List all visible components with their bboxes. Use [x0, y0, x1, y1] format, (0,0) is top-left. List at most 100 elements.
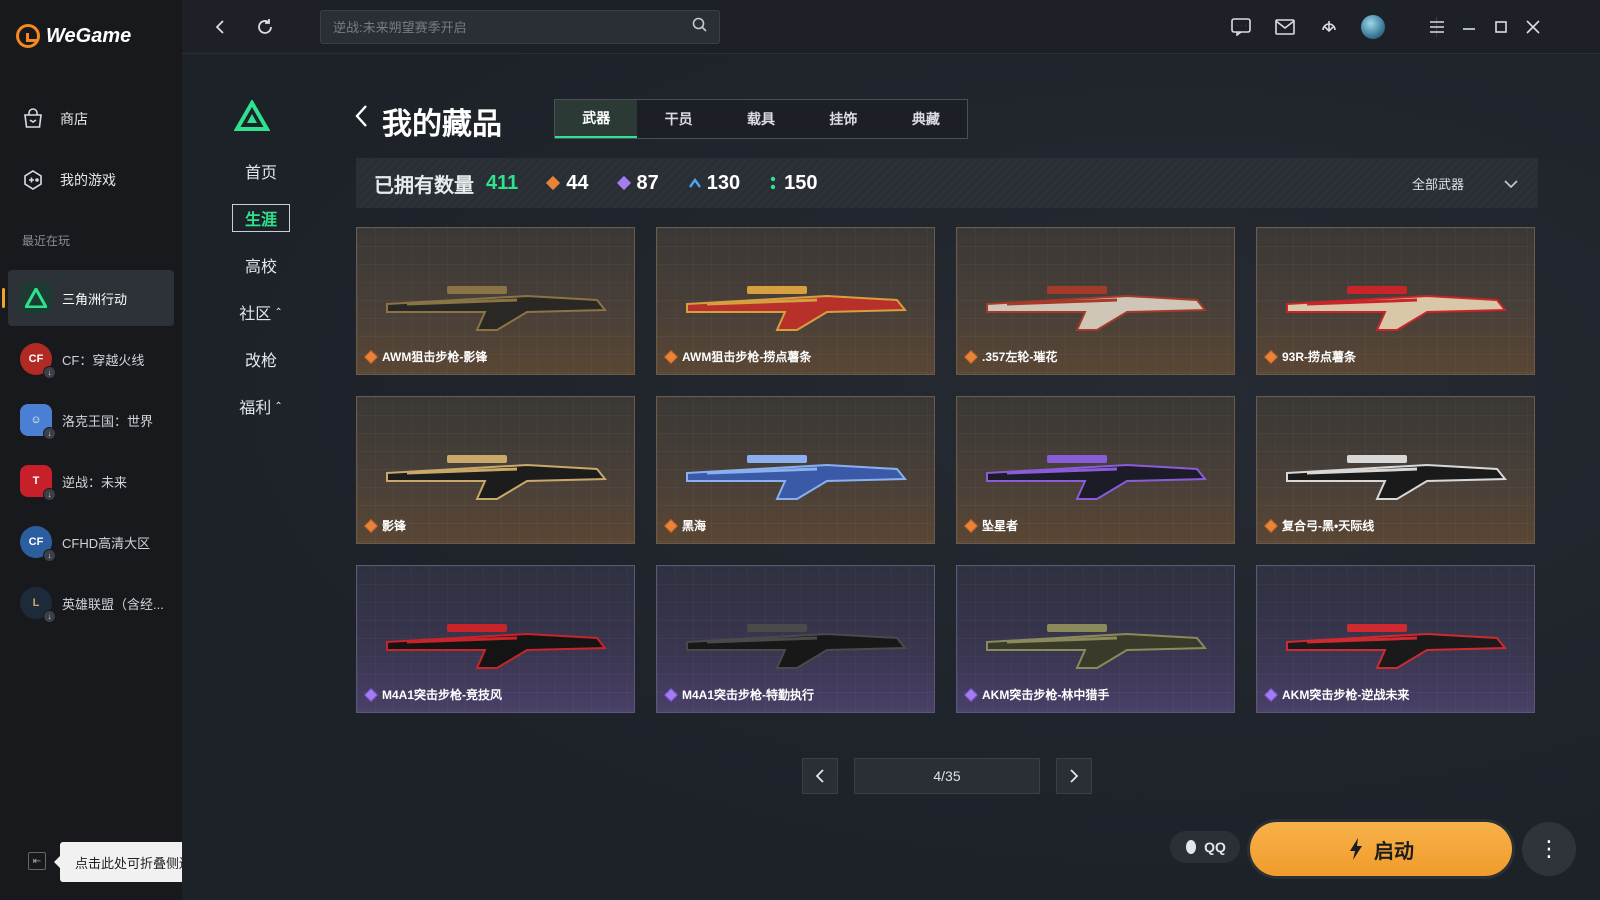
collapse-sidebar-icon[interactable]: ⇤ [28, 852, 46, 870]
weapon-card[interactable]: 坠星者 [956, 396, 1235, 544]
tab-charms[interactable]: 挂饰 [802, 100, 884, 138]
stat-orange: 44 [546, 171, 589, 195]
qq-penguin-icon [1184, 839, 1198, 855]
download-icon: ↓ [43, 488, 56, 501]
purple-gem-icon [665, 688, 677, 701]
recent-game-nz[interactable]: T ↓ 逆战：未来 [8, 453, 174, 509]
blue-chevron-icon [688, 178, 701, 188]
weapon-card-label: AKM突击步枪-林中猎手 [965, 686, 1109, 703]
more-options-button[interactable]: ⋮ [1522, 822, 1576, 876]
game-tag-icon [22, 169, 44, 191]
weapon-name: 93R-捞点薯条 [1282, 350, 1357, 364]
menu-icon[interactable] [1424, 14, 1450, 40]
refresh-icon[interactable] [252, 14, 278, 40]
recent-game-cfhd[interactable]: CF ↓ CFHD高清大区 [8, 514, 174, 570]
weapon-card-label: 复合弓-黑•天际线 [1265, 517, 1374, 534]
search-input[interactable] [333, 19, 692, 35]
subnav-label: 首页 [244, 165, 277, 182]
recent-game-roco[interactable]: ☺ ↓ 洛克王国：世界 [8, 392, 174, 448]
tab-collection[interactable]: 典藏 [885, 100, 967, 138]
weapon-card-label: 93R-捞点薯条 [1265, 348, 1357, 365]
weapon-card[interactable]: 影锋 [356, 396, 635, 544]
next-page-button[interactable] [1056, 758, 1092, 794]
weapon-card[interactable]: 黑海 [656, 396, 935, 544]
user-avatar[interactable] [1360, 14, 1386, 40]
recent-games-title: 最近在玩 [22, 234, 71, 248]
stat-blue: 130 [688, 172, 740, 195]
stat-green: 150 [770, 172, 818, 195]
subnav-community[interactable]: 社区 ⌃ [232, 298, 290, 326]
top-bar [182, 0, 1600, 54]
weapon-card[interactable]: 复合弓-黑•天际线 [1256, 396, 1535, 544]
search-icon[interactable] [692, 17, 707, 37]
weapon-name: AKM突击步枪-逆战未来 [1282, 688, 1410, 702]
page-indicator: 4/35 [854, 758, 1040, 794]
download-icon: ↓ [43, 549, 56, 562]
weapon-name: AWM狙击步枪-影锋 [382, 350, 488, 364]
download-manager-icon[interactable] [1316, 14, 1342, 40]
tab-operators[interactable]: 干员 [637, 100, 719, 138]
launch-button[interactable]: 启动 [1250, 822, 1512, 876]
weapon-grid: AWM狙击步枪-影锋 AWM狙击步枪-捞点薯条 .357左轮-璀花 93R-捞点薯条影… [356, 227, 1538, 713]
nav-my-games[interactable]: 我的游戏 [22, 169, 116, 191]
search-box[interactable] [320, 10, 720, 44]
subnav-welfare[interactable]: 福利 ⌃ [232, 392, 290, 420]
expand-caret-icon: ⌃ [274, 400, 283, 412]
weapon-card[interactable]: 93R-捞点薯条 [1256, 227, 1535, 375]
collection-tabs: 武器 干员 载具 挂饰 典藏 [554, 99, 968, 139]
tab-weapons[interactable]: 武器 [555, 100, 638, 138]
orange-gem-icon [965, 350, 977, 363]
page-title: 我的藏品 [382, 108, 502, 141]
weapon-card-label: AWM狙击步枪-影锋 [365, 348, 488, 365]
weapon-filter-dropdown[interactable]: 全部武器 [1412, 158, 1518, 208]
nav-store[interactable]: 商店 [22, 108, 88, 130]
weapon-name: M4A1突击步枪-特勤执行 [682, 688, 815, 702]
recent-game-cf[interactable]: CF ↓ CF：穿越火线 [8, 331, 174, 387]
subnav-gunsmith[interactable]: 改枪 [232, 345, 290, 373]
weapon-card[interactable]: AWM狙击步枪-捞点薯条 [656, 227, 935, 375]
subnav-home[interactable]: 首页 [232, 157, 290, 185]
close-icon[interactable] [1520, 14, 1546, 40]
chat-icon[interactable] [1228, 14, 1254, 40]
weapon-card[interactable]: AKM突击步枪-逆战未来 [1256, 565, 1535, 713]
subnav-college[interactable]: 高校 [232, 251, 290, 279]
delta-force-logo-icon[interactable] [233, 98, 271, 137]
recent-game-lol[interactable]: L ↓ 英雄联盟（含经... [8, 575, 174, 631]
pagination: 4/35 [802, 758, 1092, 794]
back-icon[interactable] [208, 14, 234, 40]
orange-gem-icon [965, 519, 977, 532]
subnav-label: 社区 [239, 306, 272, 323]
purple-gem-icon [616, 175, 631, 191]
filter-label: 全部武器 [1411, 176, 1464, 192]
download-icon: ↓ [43, 366, 56, 379]
maximize-icon[interactable] [1488, 14, 1514, 40]
weapon-name: .357左轮-璀花 [982, 350, 1058, 364]
weapon-card[interactable]: AKM突击步枪-林中猎手 [956, 565, 1235, 713]
mail-icon[interactable] [1272, 14, 1298, 40]
prev-page-button[interactable] [802, 758, 838, 794]
wegame-logo[interactable]: WeGame [16, 24, 131, 48]
qq-label: QQ [1204, 839, 1226, 855]
weapon-card[interactable]: M4A1突击步枪-竞技风 [356, 565, 635, 713]
weapon-image [986, 286, 1208, 331]
subnav-career[interactable]: 生涯 [232, 204, 290, 232]
weapon-image [386, 286, 608, 331]
orange-gem-icon [1265, 350, 1277, 363]
page-back-icon[interactable] [354, 103, 374, 131]
recent-game-delta-force[interactable]: 三角洲行动 [2, 270, 174, 326]
nav-my-games-label: 我的游戏 [60, 172, 116, 188]
purple-gem-icon [1265, 688, 1277, 701]
orange-gem-icon [1265, 519, 1277, 532]
subnav-label: 改枪 [244, 353, 277, 370]
weapon-card-label: M4A1突击步枪-竞技风 [365, 686, 502, 703]
app-sidebar: WeGame 商店 我的游戏 最近在玩 三角洲行动 CF ↓ CF：穿越火线 ☺ ↓… [0, 0, 220, 900]
tab-vehicles[interactable]: 载具 [720, 100, 802, 138]
minimize-icon[interactable] [1456, 14, 1482, 40]
stat-value: 44 [566, 171, 589, 194]
weapon-card[interactable]: .357左轮-璀花 [956, 227, 1235, 375]
weapon-card[interactable]: M4A1突击步枪-特勤执行 [656, 565, 935, 713]
owned-label: 已拥有数量 [374, 174, 474, 197]
qq-button[interactable]: QQ [1170, 831, 1240, 863]
weapon-card[interactable]: AWM狙击步枪-影锋 [356, 227, 635, 375]
weapon-image [986, 455, 1208, 500]
